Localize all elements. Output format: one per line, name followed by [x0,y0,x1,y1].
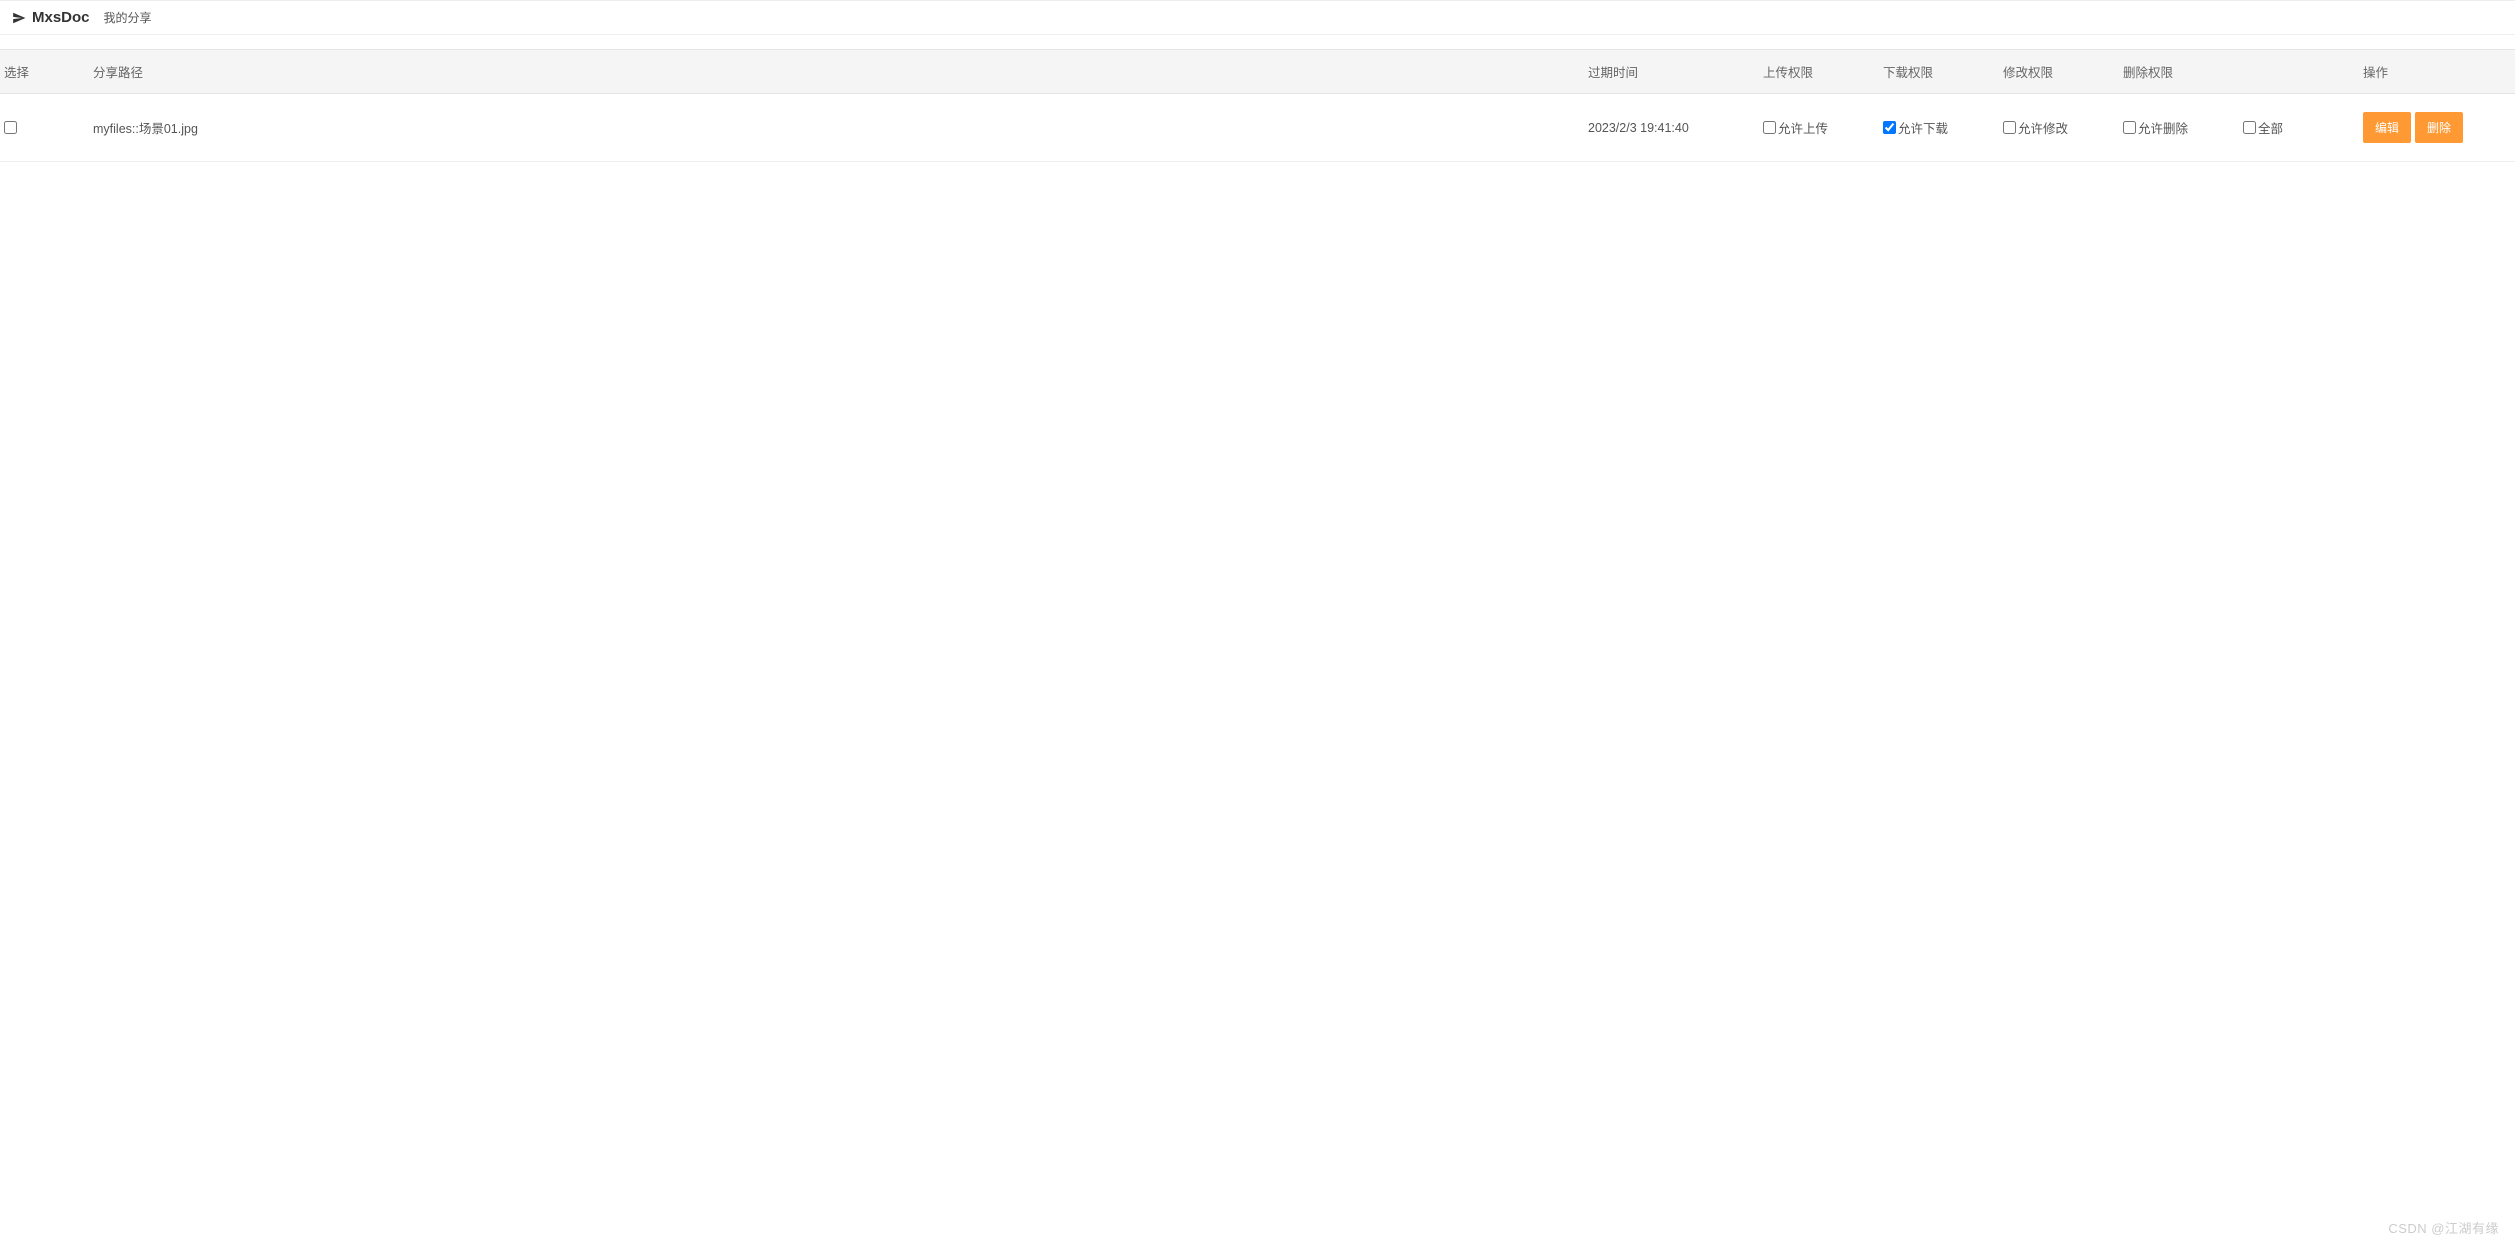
col-header-select: 选择 [0,50,85,93]
delete-label: 允许删除 [2138,118,2188,137]
cell-action: 编辑 删除 [2355,100,2515,155]
upload-checkbox[interactable] [1763,121,1776,134]
watermark: CSDN @江湖有缘 [2388,1218,2499,1237]
download-checkbox-wrap[interactable]: 允许下载 [1883,118,1948,137]
col-header-upload: 上传权限 [1755,50,1875,93]
col-header-download: 下载权限 [1875,50,1995,93]
cell-path: myfiles::场景01.jpg [85,106,1580,149]
delete-checkbox-wrap[interactable]: 允许删除 [2123,118,2188,137]
row-select-checkbox[interactable] [4,121,17,134]
upload-label: 允许上传 [1778,118,1828,137]
cell-download: 允许下载 [1875,106,1995,149]
cell-modify: 允许修改 [1995,106,2115,149]
table-row: myfiles::场景01.jpg 2023/2/3 19:41:40 允许上传… [0,94,2515,162]
col-header-path: 分享路径 [85,50,1580,93]
cell-expire: 2023/2/3 19:41:40 [1580,109,1755,147]
col-header-action: 操作 [2355,50,2515,93]
all-checkbox[interactable] [2243,121,2256,134]
edit-button[interactable]: 编辑 [2363,112,2411,143]
modify-checkbox[interactable] [2003,121,2016,134]
upload-checkbox-wrap[interactable]: 允许上传 [1763,118,1828,137]
table-header: 选择 分享路径 过期时间 上传权限 下载权限 修改权限 删除权限 操作 [0,49,2515,94]
cell-upload: 允许上传 [1755,106,1875,149]
col-header-modify: 修改权限 [1995,50,2115,93]
cell-all: 全部 [2235,106,2355,149]
modify-label: 允许修改 [2018,118,2068,137]
delete-button[interactable]: 删除 [2415,112,2463,143]
download-label: 允许下载 [1898,118,1948,137]
all-checkbox-wrap[interactable]: 全部 [2243,118,2283,137]
logo-group: MxsDoc [12,9,90,26]
app-name: MxsDoc [32,9,90,26]
col-header-delete: 删除权限 [2115,50,2235,93]
header-bar: MxsDoc 我的分享 [0,0,2515,35]
cell-delete: 允许删除 [2115,106,2235,149]
page-title: 我的分享 [104,9,152,26]
modify-checkbox-wrap[interactable]: 允许修改 [2003,118,2068,137]
all-label: 全部 [2258,118,2283,137]
paper-plane-icon [12,11,26,25]
col-header-expire: 过期时间 [1580,50,1755,93]
cell-select [0,109,85,146]
download-checkbox[interactable] [1883,121,1896,134]
delete-checkbox[interactable] [2123,121,2136,134]
col-header-all [2235,50,2355,93]
